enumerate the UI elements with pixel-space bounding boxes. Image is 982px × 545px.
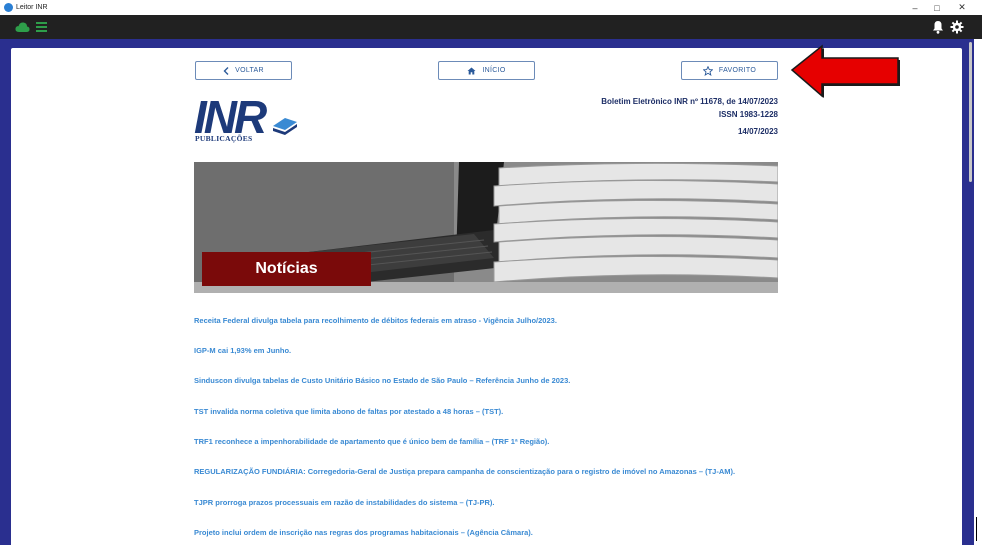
maximize-button[interactable]: □ bbox=[926, 0, 948, 15]
star-outline-icon bbox=[702, 65, 713, 76]
back-button-label: VOLTAR bbox=[235, 67, 264, 74]
window-title: Leitor INR bbox=[16, 4, 48, 11]
menu-icon[interactable] bbox=[36, 22, 47, 32]
home-icon bbox=[467, 67, 476, 74]
news-link-1[interactable]: Receita Federal divulga tabela para reco… bbox=[194, 316, 557, 325]
favorite-button-label: FAVORITO bbox=[718, 67, 757, 74]
news-link-4[interactable]: TST invalida norma coletiva que limita a… bbox=[194, 407, 503, 416]
cloud-icon[interactable] bbox=[15, 21, 30, 33]
bulletin-date: 14/07/2023 bbox=[737, 127, 778, 136]
gear-icon[interactable] bbox=[950, 20, 964, 34]
close-button[interactable]: ✕ bbox=[951, 0, 973, 15]
red-arrow-annotation bbox=[790, 44, 900, 98]
news-link-3[interactable]: Sinduscon divulga tabelas de Custo Unitá… bbox=[194, 376, 570, 385]
minimize-button[interactable]: – bbox=[904, 0, 926, 15]
logo-subtitle: PUBLICAÇÕES bbox=[195, 134, 253, 143]
banner-label: Notícias bbox=[202, 252, 371, 286]
news-link-6[interactable]: REGULARIZAÇÃO FUNDIÁRIA: Corregedoria-Ge… bbox=[194, 467, 735, 476]
bell-icon[interactable] bbox=[932, 20, 944, 34]
edge-divider bbox=[976, 517, 977, 541]
app-logo-icon bbox=[4, 3, 13, 12]
news-link-2[interactable]: IGP-M cai 1,93% em Junho. bbox=[194, 346, 291, 355]
bulletin-issn: ISSN 1983-1228 bbox=[718, 110, 778, 119]
home-button[interactable]: INÍCIO bbox=[438, 61, 535, 80]
bulletin-title: Boletim Eletrônico INR nº 11678, de 14/0… bbox=[601, 97, 778, 106]
app-toolbar bbox=[0, 15, 982, 39]
news-link-8[interactable]: Projeto inclui ordem de inscrição nas re… bbox=[194, 528, 533, 537]
news-link-7[interactable]: TJPR prorroga prazos processuais em razã… bbox=[194, 498, 495, 507]
favorite-button[interactable]: FAVORITO bbox=[681, 61, 778, 80]
back-button[interactable]: VOLTAR bbox=[195, 61, 292, 80]
news-link-5[interactable]: TRF1 reconhece a impenhorabilidade de ap… bbox=[194, 437, 549, 446]
book-icon bbox=[273, 118, 297, 135]
inr-logo: INR PUBLICAÇÕES bbox=[194, 91, 302, 146]
chevron-left-icon bbox=[223, 66, 229, 75]
scrollbar-thumb[interactable] bbox=[969, 42, 972, 182]
home-button-label: INÍCIO bbox=[482, 67, 506, 74]
window-titlebar: Leitor INR bbox=[0, 0, 982, 15]
